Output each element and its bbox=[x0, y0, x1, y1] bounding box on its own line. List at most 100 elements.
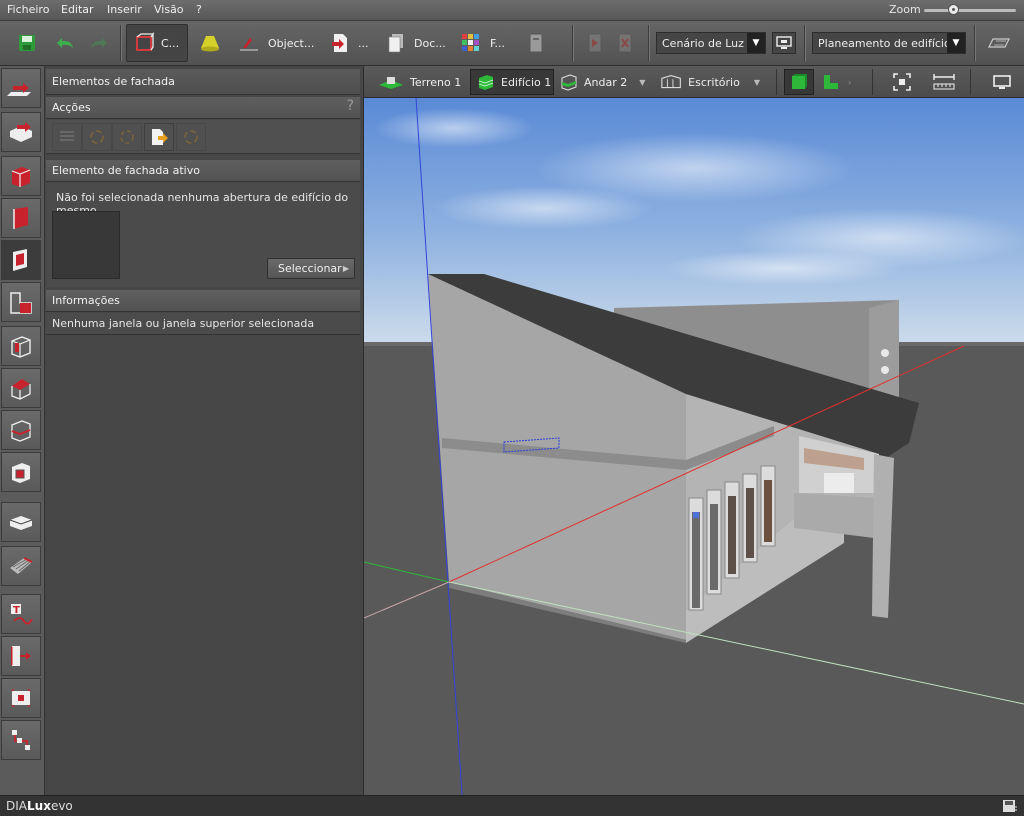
info-header[interactable]: Informações bbox=[46, 290, 360, 312]
tab-calculation-label: ... bbox=[358, 36, 369, 50]
logo-evo: evo bbox=[50, 799, 73, 813]
chevron-down-icon[interactable]: ▼ bbox=[639, 78, 645, 87]
undo-button[interactable] bbox=[52, 24, 78, 62]
tool-facade-button[interactable] bbox=[1, 240, 41, 280]
select-button[interactable]: Seleccionar ▶ bbox=[267, 258, 355, 279]
active-element-header[interactable]: Elemento de fachada ativo bbox=[46, 160, 360, 182]
floor-plan-button[interactable] bbox=[986, 24, 1012, 62]
toolbar-separator bbox=[572, 25, 573, 61]
view-separator bbox=[970, 69, 971, 95]
dimension-button[interactable] bbox=[930, 69, 958, 95]
zoom-slider-handle[interactable] bbox=[948, 4, 960, 15]
tab-room[interactable]: Escritório ▼ bbox=[660, 69, 760, 95]
3d-viewport[interactable] bbox=[364, 98, 1024, 795]
planning-dropdown[interactable]: Planeamento de edifício... ▼ bbox=[812, 32, 966, 54]
tab-building[interactable]: Edifício 1 bbox=[470, 69, 554, 95]
tool-room-button[interactable] bbox=[1, 112, 41, 152]
ruler-icon bbox=[933, 74, 955, 90]
tool-terrain-button[interactable] bbox=[1, 68, 41, 108]
menu-visao[interactable]: Visão bbox=[154, 3, 184, 16]
interior-window bbox=[824, 473, 854, 493]
selection-icon bbox=[11, 688, 31, 708]
active-element-body: Não foi selecionada nenhuma abertura de … bbox=[46, 183, 360, 287]
cube-3d-icon bbox=[792, 74, 807, 89]
list-icon bbox=[60, 131, 74, 141]
tool-building-button[interactable] bbox=[1, 156, 41, 196]
action-insert-button[interactable] bbox=[144, 123, 174, 151]
actions-header[interactable]: Acções ? bbox=[46, 97, 360, 119]
action-list-button[interactable] bbox=[52, 123, 82, 151]
app-logo: DIALuxevo bbox=[6, 799, 73, 813]
scene-canvas bbox=[364, 98, 1024, 795]
chevron-down-icon[interactable]: ▼ bbox=[754, 78, 760, 87]
cloud bbox=[374, 108, 534, 148]
cloud bbox=[434, 186, 654, 230]
tool-selection-button[interactable] bbox=[1, 678, 41, 718]
wall-icon bbox=[13, 207, 28, 229]
floor-icon bbox=[561, 74, 577, 91]
tab-documentation[interactable]: Doc... bbox=[386, 24, 446, 62]
menu-inserir[interactable]: Inserir bbox=[107, 3, 142, 16]
objects-icon bbox=[240, 38, 258, 51]
tool-text-button[interactable]: T bbox=[1, 594, 41, 634]
menu-ficheiro[interactable]: Ficheiro bbox=[7, 3, 49, 16]
view-tab-bar: Terreno 1 Edifício 1 Andar 2 ▼ Escritóri… bbox=[364, 66, 1024, 98]
help-icon[interactable]: ? bbox=[347, 98, 354, 114]
space-icon bbox=[12, 463, 30, 483]
fullscreen-button[interactable] bbox=[988, 69, 1016, 95]
light-scene-settings-button[interactable] bbox=[772, 32, 796, 54]
tool-ceiling-button[interactable] bbox=[1, 282, 41, 322]
tab-room-label: Escritório bbox=[688, 75, 740, 89]
view-3d-button[interactable] bbox=[784, 69, 814, 95]
action-replace-button[interactable] bbox=[176, 123, 206, 151]
zoom-extents-button[interactable] bbox=[888, 69, 916, 95]
tab-objects-label: Object... bbox=[268, 36, 315, 50]
tab-terrain-label: Terreno 1 bbox=[410, 75, 462, 89]
tool-wall-button[interactable] bbox=[1, 198, 41, 238]
terrain-icon bbox=[379, 77, 403, 89]
action-rotate-button[interactable] bbox=[82, 123, 112, 151]
toolbar-separator bbox=[974, 25, 975, 61]
tool-opening-button[interactable] bbox=[1, 326, 41, 366]
terrain-arrow-icon bbox=[7, 83, 31, 96]
action-copy-button[interactable] bbox=[112, 123, 142, 151]
stop-calculation-button[interactable] bbox=[614, 24, 636, 62]
tool-measure-button[interactable] bbox=[1, 636, 41, 676]
logo-dia: DIA bbox=[6, 799, 27, 813]
tab-floor[interactable]: Andar 2 ▼ bbox=[560, 69, 646, 95]
status-bar: DIALuxevo bbox=[0, 795, 1024, 816]
tab-light[interactable] bbox=[196, 24, 224, 62]
panel-title: Elementos de fachada bbox=[46, 69, 360, 95]
tool-slab-button[interactable] bbox=[1, 410, 41, 450]
toolbar-separator bbox=[648, 25, 649, 61]
light-icon bbox=[201, 36, 219, 52]
redo-button[interactable] bbox=[86, 24, 112, 62]
tool-cutting-plane-button[interactable] bbox=[1, 502, 41, 542]
zoom-slider[interactable] bbox=[924, 9, 1016, 12]
round-window bbox=[881, 366, 889, 374]
tool-path-button[interactable] bbox=[1, 720, 41, 760]
light-scene-dropdown[interactable]: Cenário de Luz 1 ▼ bbox=[656, 32, 766, 54]
tool-space-button[interactable] bbox=[1, 452, 41, 492]
tab-calculation[interactable]: ... bbox=[330, 24, 370, 62]
copy-circle-icon bbox=[120, 130, 134, 144]
menu-editar[interactable]: Editar bbox=[61, 3, 94, 16]
tool-stairs-button[interactable] bbox=[1, 546, 41, 586]
calculation-icon bbox=[332, 34, 347, 52]
tab-export[interactable] bbox=[524, 24, 548, 62]
tab-terrain[interactable]: Terreno 1 bbox=[378, 69, 462, 95]
tab-objects[interactable]: Object... bbox=[238, 24, 318, 62]
tab-construction[interactable]: C... bbox=[126, 24, 188, 62]
building-cube-icon bbox=[11, 167, 31, 187]
cutting-plane-icon bbox=[9, 516, 33, 530]
view-plan-button[interactable]: › bbox=[818, 69, 858, 95]
menu-bar: Ficheiro Editar Inserir Visão ? Zoom bbox=[0, 0, 1024, 21]
tool-roof-button[interactable] bbox=[1, 368, 41, 408]
save-button[interactable] bbox=[14, 24, 40, 62]
start-calculation-button[interactable] bbox=[584, 24, 606, 62]
tab-colors[interactable]: F... bbox=[460, 24, 510, 62]
element-preview bbox=[52, 211, 120, 279]
plan-view-icon bbox=[824, 75, 838, 89]
menu-help[interactable]: ? bbox=[196, 3, 202, 16]
info-text: Nenhuma janela ou janela superior seleci… bbox=[52, 317, 315, 330]
